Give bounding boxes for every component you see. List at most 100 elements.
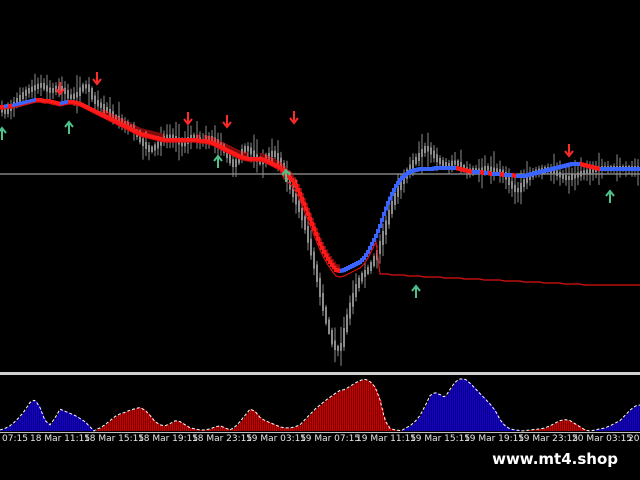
candle-body [229,154,231,164]
histogram-bar-down [328,398,330,431]
histogram-bar-up [74,414,76,431]
histogram-bar-down [400,430,402,431]
histogram-bar-down [104,425,106,431]
histogram-bar-up [406,427,408,431]
histogram-bar-down [166,425,168,431]
trend-band-segment [510,173,513,177]
histogram-bar-up [78,417,80,431]
trend-band-segment [586,163,589,168]
candle-body [568,176,570,180]
trend-band-segment [350,264,353,269]
trend-band-segment [546,168,549,173]
time-axis-label: 19 Mar 11:15 [356,434,417,444]
candle-body [337,346,339,351]
watermark: www.mt4.shop [482,446,628,472]
histogram-bar-down [168,424,170,431]
trend-band-segment [494,172,497,176]
histogram-bar-down [246,414,248,431]
candle-body [520,183,522,193]
histogram-bar-down [552,424,554,431]
histogram-bar-down [348,387,350,431]
candle-body [334,340,336,350]
candle-body [169,134,171,139]
trend-band-segment [396,181,399,188]
trend-band-segment [496,172,499,176]
histogram-bar-down [306,418,308,431]
candle-body [394,193,396,205]
candle-body [373,256,375,266]
trend-band-segment [614,167,617,171]
histogram-bar-down [530,429,532,431]
time-axis-label: 19 Mar 03:15 [246,434,307,444]
histogram-bar-up [636,405,638,431]
trend-band-segment [536,170,539,175]
price-chart[interactable] [0,0,640,372]
oscillator-histogram[interactable] [0,375,640,432]
candle-body [64,87,66,94]
histogram-bar-up [88,424,90,431]
trend-band-segment [620,167,623,171]
trend-band-segment [362,256,365,262]
candle-body [274,150,276,157]
candle-body [514,184,516,192]
trend-band-segment [636,167,639,171]
candle-body [304,216,306,230]
candle-body [91,88,93,100]
time-axis-label: 19 Mar 15:15 [410,434,471,444]
candle-body [364,270,366,277]
trend-band-segment [360,258,363,264]
arrow-down-icon [222,115,232,129]
histogram-bar-down [160,424,162,431]
histogram-bar-up [46,421,48,431]
histogram-bar-down [218,426,220,431]
histogram-bar-up [610,425,612,431]
candle-body [94,95,96,104]
candle-body [73,93,75,99]
histogram-bar-up [60,409,62,431]
histogram-bar-up [600,428,602,431]
histogram-bar-down [140,407,142,431]
histogram-bar-down [294,427,296,431]
trend-band-segment [390,192,393,201]
histogram-bar-up [618,421,620,431]
trend-band-segment [424,167,427,171]
histogram-bar-up [452,386,454,431]
trend-band-segment [576,162,579,166]
histogram-bar-down [240,421,242,431]
trend-band-segment [612,167,615,171]
histogram-bar-down [148,413,150,431]
candle-body [388,210,390,225]
trend-band-segment [420,167,423,171]
trend-band-segment [380,218,383,228]
histogram-bar-down [308,416,310,431]
histogram-bar-down [302,422,304,431]
histogram-bar-down [150,415,152,431]
histogram-bar-down [278,426,280,431]
histogram-bar-down [354,383,356,431]
histogram-bar-down [568,420,570,431]
histogram-bar-up [32,401,34,431]
candle-body [439,158,441,165]
histogram-bar-down [558,421,560,431]
trend-band-segment [472,170,475,174]
time-axis-label: 19 Mar 23:15 [518,434,579,444]
histogram-bar-up [34,400,36,431]
histogram-bar-down [144,409,146,431]
trend-band-segment [432,166,435,171]
trend-band-segment [608,167,611,171]
histogram-bar-down [314,410,316,431]
trend-band-segment [506,173,509,177]
histogram-bar-up [4,428,6,431]
histogram-bar-down [190,427,192,431]
candle-body [148,145,150,152]
trend-band-segment [454,166,457,170]
trend-band-segment [542,169,545,174]
histogram-bar-down [390,428,392,431]
trend-band-segment [606,167,609,171]
histogram-bar-down [136,408,138,431]
histogram-bar-down [268,421,270,431]
time-axis-label: 18 Mar 23:15 [192,434,253,444]
trend-band-segment [552,166,555,171]
histogram-bar-up [54,419,56,431]
trend-band-segment [438,166,441,170]
